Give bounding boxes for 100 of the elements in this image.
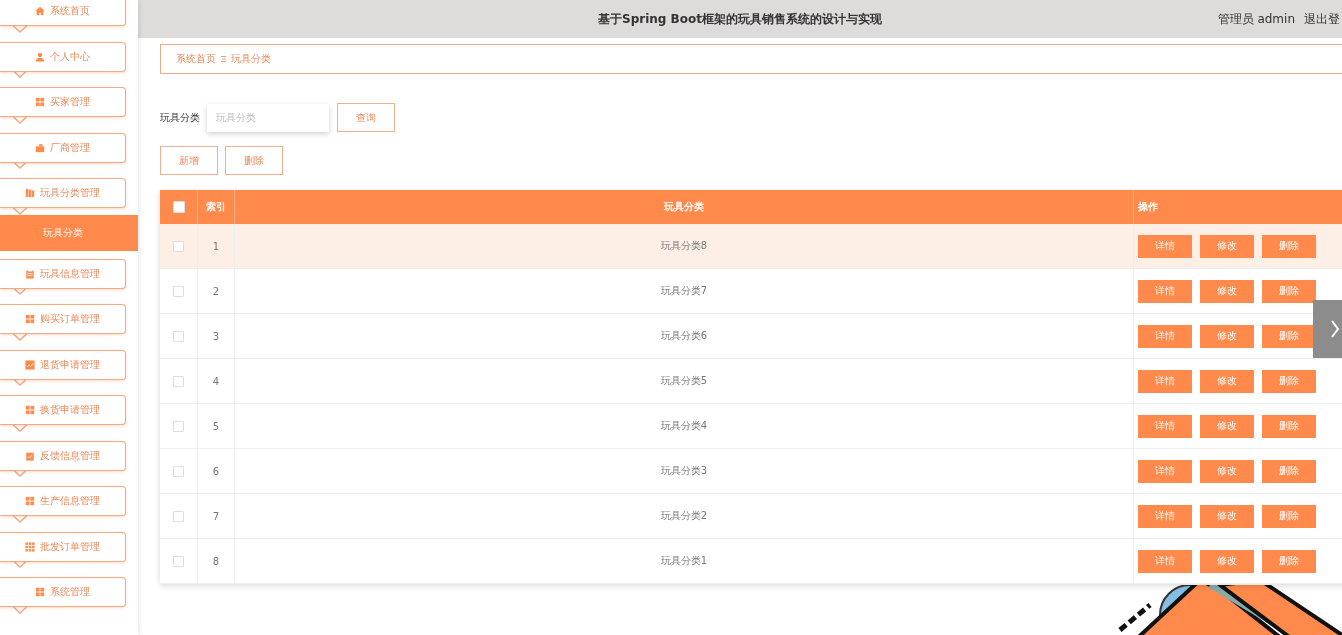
table-cell: 玩具分类5 — [660, 374, 708, 388]
row-action-button[interactable]: 详情 — [1138, 414, 1192, 438]
sidebar-item[interactable]: 买家管理 — [0, 87, 126, 117]
table-cell: 玩具分类7 — [660, 284, 708, 298]
grid-icon — [25, 496, 35, 506]
table-cell: 玩具分类1 — [660, 554, 708, 568]
bubble-tail — [13, 206, 27, 215]
search-label: 玩具分类 — [160, 110, 200, 125]
table-row[interactable]: 1 玩具分类8 详情 修改 删除 — [160, 224, 1342, 269]
select-all-checkbox[interactable] — [172, 201, 185, 213]
row-action-button[interactable]: 删除 — [1262, 549, 1316, 573]
breadcrumb-current: 玩具分类 — [231, 52, 271, 66]
search-button[interactable]: 查询 — [337, 103, 395, 132]
row-action-button[interactable]: 修改 — [1200, 369, 1254, 393]
logout-link[interactable]: 退出登 — [1304, 10, 1340, 28]
row-action-button[interactable]: 修改 — [1200, 549, 1254, 573]
table-cell: 2 — [212, 285, 220, 297]
table-cell: 玩具分类4 — [660, 419, 708, 433]
row-action-button[interactable]: 删除 — [1262, 414, 1316, 438]
breadcrumb-link[interactable]: 系统首页 — [176, 52, 216, 66]
sidebar-label: 系统管理 — [50, 585, 90, 599]
row-checkbox[interactable] — [173, 510, 184, 522]
bubble-tail — [13, 378, 27, 386]
sidebar-label: 玩具分类管理 — [40, 186, 100, 200]
grid-icon — [25, 405, 35, 415]
row-checkbox[interactable] — [173, 330, 184, 342]
chevron-right-icon — [1330, 319, 1340, 339]
table-row[interactable]: 2 玩具分类7 详情 修改 删除 — [160, 269, 1342, 314]
bubble-tail — [13, 287, 27, 295]
table-row[interactable]: 5 玩具分类4 详情 修改 删除 — [160, 404, 1342, 449]
sidebar-item[interactable]: 生产信息管理 — [0, 486, 126, 516]
action-button[interactable]: 新增 — [160, 146, 218, 175]
row-action-button[interactable]: 详情 — [1138, 234, 1192, 258]
sidebar-item[interactable]: 玩具信息管理 — [0, 258, 126, 289]
sidebar-item[interactable]: 系统首页 — [0, 0, 126, 26]
sidebar-item[interactable]: 个人中心 — [0, 41, 126, 72]
bubble-tail — [13, 115, 27, 124]
next-arrow-button[interactable] — [1313, 300, 1342, 358]
sidebar-label: 批发订单管理 — [40, 539, 100, 554]
bubble-tail — [13, 560, 27, 568]
row-action-button[interactable]: 修改 — [1200, 504, 1254, 528]
table-cell: 玩具分类2 — [660, 509, 708, 523]
table-row[interactable]: 6 玩具分类3 详情 修改 删除 — [160, 449, 1342, 494]
row-action-button[interactable]: 删除 — [1262, 504, 1316, 528]
row-action-button[interactable]: 详情 — [1138, 549, 1192, 573]
row-action-button[interactable]: 修改 — [1200, 459, 1254, 483]
row-action-button[interactable]: 详情 — [1138, 459, 1192, 483]
row-action-button[interactable]: 删除 — [1262, 369, 1316, 393]
row-action-button[interactable]: 详情 — [1138, 279, 1192, 303]
row-action-button[interactable]: 详情 — [1138, 324, 1192, 348]
bubble-tail — [13, 332, 27, 341]
user-icon — [35, 51, 45, 62]
bubble-tail — [13, 24, 27, 33]
sidebar-item[interactable]: 购买订单管理 — [0, 304, 126, 334]
row-checkbox[interactable] — [173, 555, 184, 567]
row-checkbox[interactable] — [173, 465, 184, 477]
row-action-button[interactable]: 详情 — [1138, 504, 1192, 528]
sidebar-item[interactable]: 系统管理 — [0, 577, 126, 607]
table-cell: 7 — [212, 510, 220, 522]
sidebar-item[interactable]: 换货申请管理 — [0, 395, 126, 425]
sidebar-item[interactable]: 厂商管理 — [0, 132, 126, 163]
grid-icon — [25, 314, 35, 324]
sidebar-item[interactable]: 玩具分类管理 — [0, 178, 126, 208]
table-cell: 玩具分类3 — [660, 464, 708, 478]
table-row[interactable]: 4 玩具分类5 详情 修改 删除 — [160, 359, 1342, 404]
row-action-button[interactable]: 修改 — [1200, 234, 1254, 258]
sidebar-item[interactable]: 批发订单管理 — [0, 531, 126, 562]
row-action-button[interactable]: 详情 — [1138, 369, 1192, 393]
table-row[interactable]: 7 玩具分类2 详情 修改 删除 — [160, 494, 1342, 539]
row-action-button[interactable]: 修改 — [1200, 279, 1254, 303]
row-checkbox[interactable] — [173, 420, 184, 432]
bubble-tail — [13, 161, 27, 169]
row-checkbox[interactable] — [173, 240, 184, 252]
grid-icon — [35, 97, 45, 107]
grid-icon — [25, 541, 35, 552]
table-cell: 4 — [212, 375, 220, 387]
bubble-tail — [13, 423, 27, 432]
sidebar-label: 个人中心 — [50, 49, 90, 64]
action-button[interactable]: 删除 — [225, 146, 283, 175]
row-checkbox[interactable] — [173, 285, 184, 297]
bubble-tail — [13, 605, 27, 614]
sidebar-label: 反馈信息管理 — [40, 448, 100, 463]
row-action-button[interactable]: 修改 — [1200, 324, 1254, 348]
bubble-tail — [13, 469, 27, 477]
separator-icon — [221, 55, 226, 63]
home-icon — [35, 6, 45, 16]
wallet-icon — [35, 142, 45, 153]
sidebar-item[interactable]: 反馈信息管理 — [0, 440, 126, 471]
submenu-item[interactable]: 玩具分类 — [0, 214, 138, 251]
row-action-button[interactable]: 删除 — [1262, 324, 1316, 348]
table-cell: 8 — [212, 555, 220, 567]
row-action-button[interactable]: 删除 — [1262, 279, 1316, 303]
row-action-button[interactable]: 删除 — [1262, 234, 1316, 258]
row-action-button[interactable]: 删除 — [1262, 459, 1316, 483]
table-row[interactable]: 8 玩具分类1 详情 修改 删除 — [160, 539, 1342, 584]
row-action-button[interactable]: 修改 — [1200, 414, 1254, 438]
row-checkbox[interactable] — [173, 375, 184, 387]
sidebar-label: 退货申请管理 — [40, 357, 100, 372]
sidebar-item[interactable]: 退货申请管理 — [0, 349, 126, 380]
table-cell: 3 — [212, 330, 220, 342]
